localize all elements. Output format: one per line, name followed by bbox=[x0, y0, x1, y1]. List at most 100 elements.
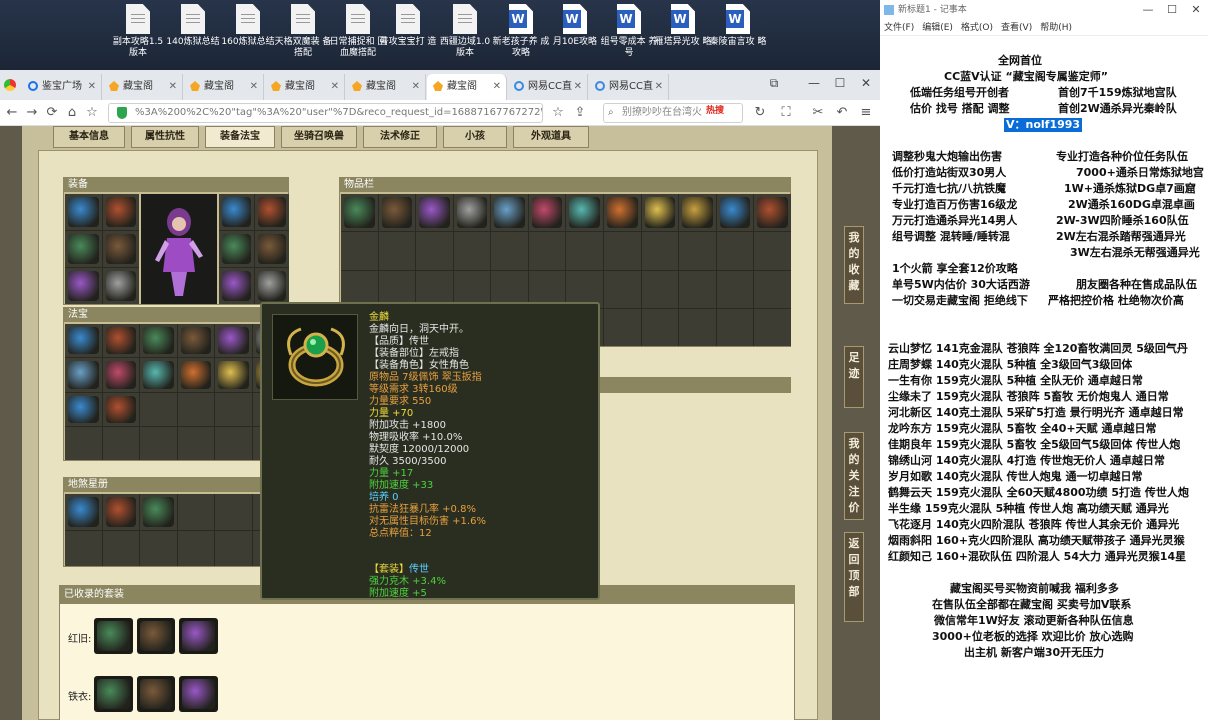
inventory-slot[interactable] bbox=[604, 194, 641, 232]
inventory-slot[interactable] bbox=[566, 232, 604, 270]
star-chart-slot[interactable] bbox=[140, 530, 177, 566]
inventory-slot[interactable] bbox=[679, 194, 716, 232]
star-chart-slot[interactable] bbox=[140, 494, 177, 530]
notepad-text[interactable]: 全网首位 CC蓝V认证 “藏宝阁专属鉴定师” 低端任务组号开创者 首创7千159炼狱地… bbox=[880, 36, 1208, 720]
role-tab[interactable]: 坐骑召唤兽 bbox=[281, 126, 357, 148]
tab-close-icon[interactable]: ✕ bbox=[493, 74, 501, 100]
role-tab[interactable]: 外观道具 bbox=[513, 126, 589, 148]
fabao-slot[interactable] bbox=[215, 324, 252, 358]
equip-slot[interactable] bbox=[219, 268, 254, 304]
inventory-slot[interactable] bbox=[754, 270, 791, 308]
inventory-slot[interactable] bbox=[341, 232, 378, 270]
set-piece-slot[interactable] bbox=[179, 676, 218, 712]
home-icon[interactable]: ⌂ bbox=[62, 100, 82, 126]
tab-close-icon[interactable]: ✕ bbox=[412, 74, 420, 100]
undo-icon[interactable]: ↶ bbox=[832, 100, 852, 126]
notepad-menu-item[interactable]: 编辑(E) bbox=[922, 23, 953, 33]
browser-tab[interactable]: 藏宝阁 ✕ bbox=[265, 74, 345, 100]
inventory-slot[interactable] bbox=[716, 194, 754, 232]
fabao-slot[interactable] bbox=[177, 426, 214, 460]
inventory-slot[interactable] bbox=[528, 232, 566, 270]
browser-tab[interactable]: 藏宝阁 ✕ bbox=[184, 74, 264, 100]
forward-arrow-icon[interactable]: → bbox=[22, 100, 42, 126]
inventory-slot[interactable] bbox=[754, 232, 791, 270]
equip-slot[interactable] bbox=[65, 231, 102, 267]
desktop-icon[interactable]: 雁塔异光攻 略 bbox=[654, 4, 712, 48]
cut-icon[interactable]: ✂ bbox=[808, 100, 828, 126]
equip-slot[interactable] bbox=[102, 268, 139, 304]
inventory-slot[interactable] bbox=[679, 270, 716, 308]
fabao-slot[interactable] bbox=[102, 392, 139, 426]
reload-icon[interactable]: ⟳ bbox=[42, 100, 62, 126]
inventory-slot[interactable] bbox=[604, 232, 641, 270]
side-button[interactable]: 足迹 bbox=[844, 346, 864, 408]
inventory-slot[interactable] bbox=[604, 270, 641, 308]
inventory-slot[interactable] bbox=[754, 308, 791, 346]
fabao-slot[interactable] bbox=[65, 392, 102, 426]
star-chart-slot[interactable] bbox=[215, 494, 252, 530]
inventory-slot[interactable] bbox=[754, 194, 791, 232]
role-tab[interactable]: 基本信息 bbox=[53, 126, 125, 148]
favorite-star-icon[interactable]: ☆ bbox=[548, 100, 568, 126]
equip-slot[interactable] bbox=[254, 268, 289, 304]
set-piece-slot[interactable] bbox=[136, 618, 176, 654]
minimize-button[interactable]: — bbox=[800, 70, 828, 96]
bookmark-star-icon[interactable]: ☆ bbox=[82, 100, 102, 126]
address-bar[interactable]: %3A%200%2C%20"tag"%3A%20"user"%7D&reco_r… bbox=[108, 103, 543, 123]
browser-tab[interactable]: 网易CC直 ✕ bbox=[589, 74, 669, 100]
menu-icon[interactable]: ≡ bbox=[856, 100, 876, 126]
maximize-button[interactable]: ☐ bbox=[826, 70, 854, 96]
fabao-slot[interactable] bbox=[215, 426, 252, 460]
inventory-slot[interactable] bbox=[716, 308, 754, 346]
desktop-icon[interactable]: 160炼狱总结 bbox=[219, 4, 277, 48]
browser-tab[interactable]: 藏宝阁 ✕ bbox=[427, 74, 507, 100]
inventory-slot[interactable] bbox=[604, 308, 641, 346]
desktop-icon[interactable]: 天格双魔装 备搭配 bbox=[274, 4, 332, 59]
star-chart-slot[interactable] bbox=[65, 494, 102, 530]
star-chart-slot[interactable] bbox=[102, 530, 139, 566]
desktop-icon[interactable]: 组号零成本 养号 bbox=[600, 4, 658, 59]
browser-tab[interactable]: 藏宝阁 ✕ bbox=[103, 74, 183, 100]
back-arrow-icon[interactable]: ← bbox=[2, 100, 22, 126]
equip-slot[interactable] bbox=[102, 194, 139, 230]
fabao-slot[interactable] bbox=[140, 426, 177, 460]
tab-close-icon[interactable]: ✕ bbox=[250, 74, 258, 100]
equip-slot[interactable] bbox=[219, 194, 254, 230]
notepad-menu-item[interactable]: 帮助(H) bbox=[1040, 23, 1072, 33]
role-tab[interactable]: 小孩 bbox=[443, 126, 507, 148]
hot-search-badge[interactable]: 热搜 bbox=[706, 103, 724, 116]
inventory-slot[interactable] bbox=[491, 194, 528, 232]
fabao-slot[interactable] bbox=[215, 358, 252, 392]
fabao-slot[interactable] bbox=[65, 358, 102, 392]
close-window-button[interactable]: ✕ bbox=[852, 70, 880, 96]
star-chart-slot[interactable] bbox=[215, 530, 252, 566]
fabao-slot[interactable] bbox=[102, 324, 139, 358]
desktop-icon[interactable]: 月10E攻略 bbox=[546, 4, 604, 48]
fabao-slot[interactable] bbox=[65, 324, 102, 358]
role-tab[interactable]: 法术修正 bbox=[363, 126, 437, 148]
equip-slot[interactable] bbox=[254, 231, 289, 267]
browser-tab[interactable]: 网易CC直 ✕ bbox=[508, 74, 588, 100]
fabao-slot[interactable] bbox=[215, 392, 252, 426]
desktop-icon[interactable]: 副本攻略1.5 版本 bbox=[109, 4, 167, 59]
equip-slot[interactable] bbox=[102, 231, 139, 267]
browser-logo-icon[interactable] bbox=[4, 79, 16, 91]
tab-close-icon[interactable]: ✕ bbox=[169, 74, 177, 100]
fabao-slot[interactable] bbox=[65, 426, 102, 460]
inventory-slot[interactable] bbox=[716, 270, 754, 308]
inventory-slot[interactable] bbox=[341, 194, 378, 232]
np-close-button[interactable]: ✕ bbox=[1184, 0, 1208, 20]
equip-slot[interactable] bbox=[65, 194, 102, 230]
star-chart-slot[interactable] bbox=[65, 530, 102, 566]
star-chart-slot[interactable] bbox=[177, 494, 214, 530]
fabao-slot[interactable] bbox=[140, 358, 177, 392]
fabao-slot[interactable] bbox=[140, 324, 177, 358]
inventory-slot[interactable] bbox=[641, 194, 679, 232]
fabao-slot[interactable] bbox=[177, 358, 214, 392]
inventory-slot[interactable] bbox=[453, 194, 491, 232]
set-piece-slot[interactable] bbox=[179, 618, 218, 654]
inventory-slot[interactable] bbox=[641, 308, 679, 346]
side-button[interactable]: 我的关注价 bbox=[844, 432, 864, 520]
fabao-slot[interactable] bbox=[102, 426, 139, 460]
side-button[interactable]: 返回顶部 bbox=[844, 532, 864, 622]
